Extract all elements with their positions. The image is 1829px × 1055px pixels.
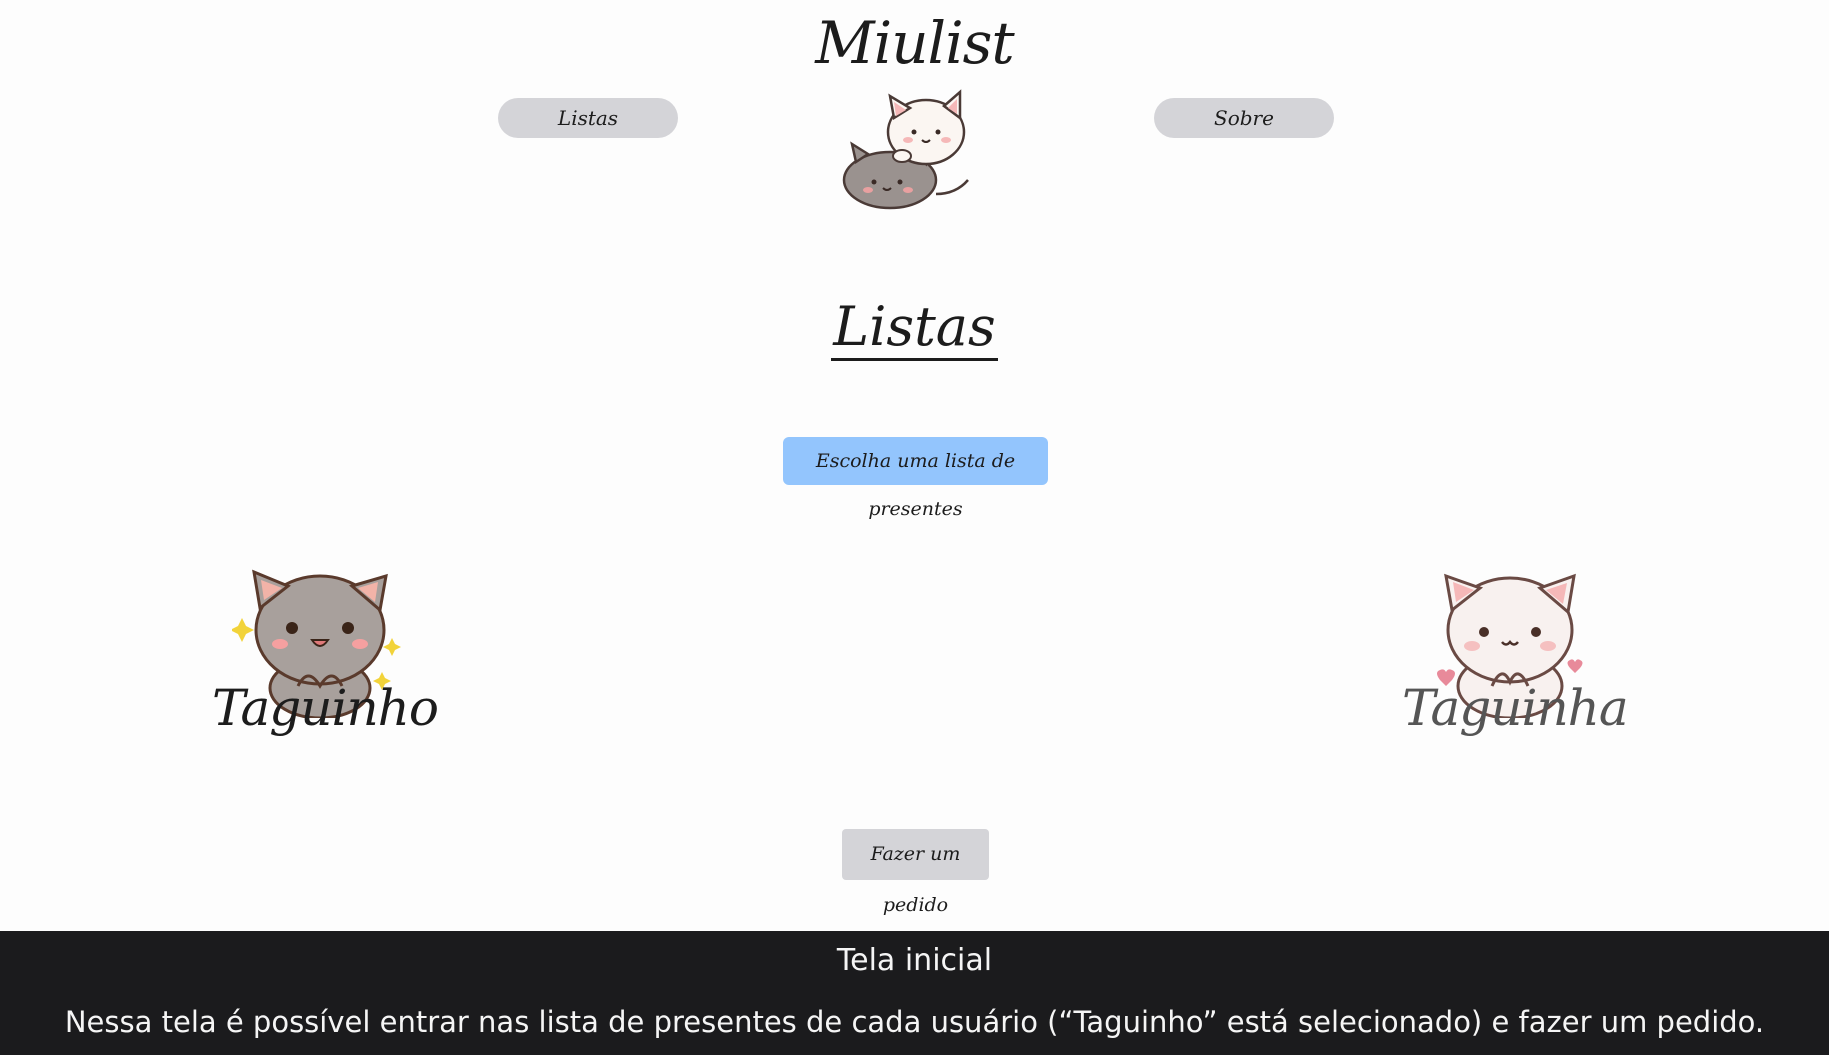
choose-list-button[interactable]: Escolha uma lista de presentes [783, 437, 1048, 520]
caption-title: Tela inicial [836, 943, 993, 978]
place-order-button[interactable]: Fazer um pedido [842, 829, 989, 916]
brand-title: Miulist [815, 9, 1014, 77]
nav-sobre-button[interactable]: Sobre [1154, 98, 1334, 138]
two-cats-logo-icon [842, 89, 969, 210]
user-card-taguinho[interactable]: Taguinho [212, 568, 439, 748]
page-title: Listas [0, 292, 1829, 362]
caption-bar: Tela inicial Nessa tela é possível entra… [0, 931, 1829, 1055]
page-title-text: Listas [831, 295, 998, 361]
user-name-taguinho: Taguinho [212, 679, 439, 737]
caption-text: Nessa tela é possível entrar nas lista d… [64, 1005, 1765, 1039]
user-card-taguinha[interactable]: Taguinha [1402, 568, 1629, 748]
nav-listas-button[interactable]: Listas [498, 98, 678, 138]
user-name-taguinha: Taguinha [1402, 679, 1629, 737]
